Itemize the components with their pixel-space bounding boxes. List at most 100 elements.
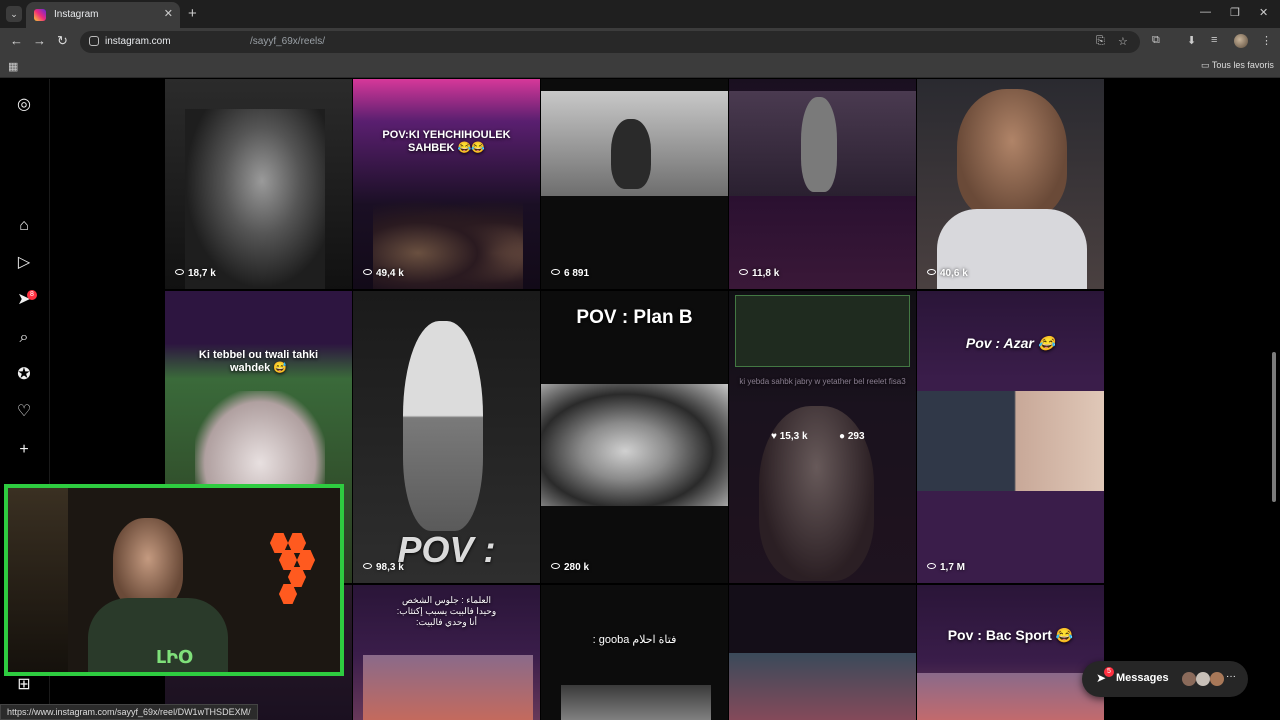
reel-thumbnail [541, 384, 728, 506]
tab-search-icon[interactable]: ⌄ [6, 6, 22, 22]
browser-tab[interactable]: Instagram ✕ [26, 2, 180, 28]
reel-tile[interactable]: العلماء : جلوس الشخص وحيدا فالبيت يسبب إ… [353, 585, 540, 720]
reel-thumbnail [917, 673, 1104, 720]
page-scrollbar[interactable] [1272, 352, 1276, 502]
eye-icon [927, 563, 936, 569]
instagram-favicon-icon [34, 9, 46, 21]
view-count-value: 49,4 k [376, 268, 404, 279]
stream-logo-icon: ԼԻՕ [156, 647, 192, 668]
close-window-icon[interactable]: ✕ [1259, 6, 1268, 19]
tab-close-icon[interactable]: ✕ [164, 7, 173, 20]
view-count-value: 40,6 k [940, 268, 968, 279]
search-icon[interactable]: ⌕ [14, 328, 34, 348]
install-app-icon[interactable]: ⎘ [1096, 35, 1105, 48]
reel-caption: Pov : Bac Sport 😂 [947, 627, 1074, 643]
browser-toolbar: ← → ↻ instagram.com /sayyf_69x/reels/ ⎘ … [0, 28, 1280, 56]
messages-badge: 5 [1104, 667, 1114, 677]
comment-count: ● 293 [839, 431, 865, 442]
notifications-heart-icon[interactable]: ♡ [14, 402, 34, 422]
reel-tile[interactable]: POV : 98,3 k [353, 291, 540, 583]
view-count-value: 280 k [564, 562, 590, 573]
bookmark-star-icon[interactable]: ☆ [1118, 35, 1128, 48]
apps-grid-icon[interactable]: ▦ [8, 60, 18, 73]
heart-icon: ♥ [771, 431, 777, 442]
messages-label: Messages [1116, 672, 1169, 684]
view-count-value: 98,3 k [376, 562, 404, 573]
messages-button[interactable]: ➤ 5 Messages ··· [1082, 661, 1248, 697]
view-count: 11,8 k [739, 268, 779, 279]
reel-person [403, 321, 483, 531]
downloads-icon[interactable]: ⬇ [1187, 34, 1196, 47]
reel-thumbnail [729, 653, 916, 720]
hex-lamp-icon [279, 584, 297, 604]
browser-tabstrip: ⌄ Instagram ✕ + — ❐ ✕ [0, 0, 1280, 28]
more-menu-icon[interactable]: ⊞ [14, 675, 34, 695]
reel-tile[interactable]: POV : Plan B 280 k [541, 291, 728, 583]
view-count-value: 1,7 M [940, 562, 966, 573]
tab-title: Instagram [54, 9, 99, 20]
create-plus-icon[interactable]: + [14, 440, 34, 460]
reel-tile[interactable]: 40,6 k [917, 79, 1104, 289]
streamer-face [113, 518, 183, 608]
view-count: 49,4 k [363, 268, 404, 279]
reel-person [801, 97, 837, 192]
new-tab-icon[interactable]: + [188, 5, 197, 22]
eye-icon [363, 269, 372, 275]
url-host: instagram.com [105, 36, 171, 47]
eye-icon [739, 269, 748, 275]
explore-icon[interactable]: ✪ [14, 365, 34, 385]
webcam-background [8, 488, 68, 672]
contact-avatar [1210, 672, 1224, 686]
comment-icon: ● [839, 431, 846, 442]
view-count: 18,7 k [175, 268, 216, 279]
bookmark-folder[interactable]: ▭ Tous les favoris [1201, 60, 1274, 71]
extensions-icon[interactable]: ⧉ [1152, 34, 1160, 47]
reel-tile[interactable]: 11,8 k [729, 79, 916, 289]
reel-person [957, 89, 1067, 219]
menu-kebab-icon[interactable]: ⋮ [1261, 34, 1272, 47]
minimize-icon[interactable]: — [1200, 6, 1211, 18]
reel-caption: العلماء : جلوس الشخص وحيدا فالبيت يسبب إ… [396, 595, 497, 627]
streamer-webcam-overlay: ԼԻՕ [4, 484, 344, 676]
restore-icon[interactable]: ❐ [1230, 6, 1240, 19]
link-status-bar: https://www.instagram.com/sayyf_69x/reel… [0, 704, 258, 720]
eye-icon [363, 563, 372, 569]
reel-caption: POV:KI YEHCHIHOULEK SAHBEK 😂😂 [382, 129, 511, 154]
reel-thumbnail [561, 685, 711, 720]
view-count: 40,6 k [927, 268, 968, 279]
reel-thumbnail [363, 655, 533, 720]
eye-icon [551, 563, 560, 569]
reel-tile[interactable]: Pov : Bac Sport 😂 [917, 585, 1104, 720]
view-count-value: 6 891 [564, 268, 590, 279]
reel-person [611, 119, 651, 189]
reel-tile[interactable]: 6 891 [541, 79, 728, 289]
url-path: /sayyf_69x/reels/ [250, 36, 326, 47]
view-count-value: 18,7 k [188, 268, 216, 279]
bookmark-folder-label: Tous les favoris [1211, 60, 1274, 70]
profile-avatar[interactable] [1234, 34, 1248, 48]
eye-icon [175, 269, 184, 275]
site-info-icon[interactable] [89, 36, 99, 46]
like-count-value: 15,3 k [779, 431, 808, 442]
reel-tile[interactable]: 18,7 k [165, 79, 352, 289]
reel-tile[interactable] [729, 585, 916, 720]
reel-caption: POV : Plan B [576, 307, 693, 328]
forward-icon[interactable]: → [33, 33, 46, 48]
instagram-logo-icon[interactable]: ◎ [14, 95, 34, 115]
like-count: ♥ 15,3 k [771, 431, 808, 442]
reel-tile[interactable]: Pov : Azar 😂 1,7 M [917, 291, 1104, 583]
media-control-icon[interactable]: ≡ [1211, 34, 1217, 46]
contact-avatar [1196, 672, 1210, 686]
reel-tile[interactable]: ki yebda sahbk jabry w yetather bel reel… [729, 291, 916, 583]
eye-icon [551, 269, 560, 275]
reel-tile[interactable]: فتاة احلام gooba : [541, 585, 728, 720]
reel-caption: Ki tebbel ou twali tahki wahdek 😅 [198, 349, 319, 374]
reels-icon[interactable]: ▷ [14, 253, 34, 273]
comment-count-value: 293 [847, 431, 865, 442]
reload-icon[interactable]: ↻ [57, 33, 68, 49]
reel-tile[interactable]: POV:KI YEHCHIHOULEK SAHBEK 😂😂 49,4 k [353, 79, 540, 289]
back-icon[interactable]: ← [10, 33, 23, 48]
home-icon[interactable]: ⌂ [14, 216, 34, 236]
hover-overlay [729, 291, 916, 583]
address-bar[interactable]: instagram.com /sayyf_69x/reels/ ⎘ ☆ [80, 31, 1140, 53]
